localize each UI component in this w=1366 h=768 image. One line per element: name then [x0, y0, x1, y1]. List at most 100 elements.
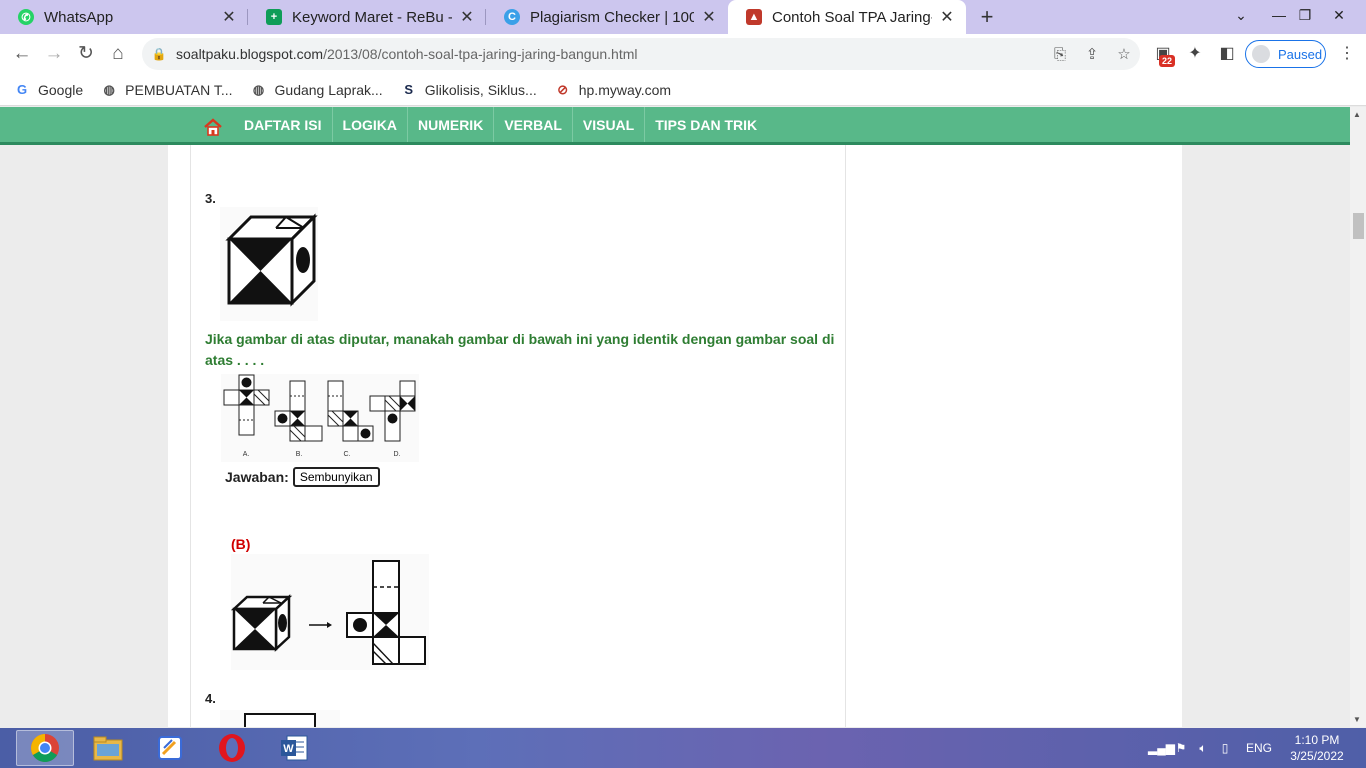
myway-icon: ⊘	[557, 81, 569, 97]
bookmark-label: Glikolisis, Siklus...	[424, 81, 537, 98]
signal-icon[interactable]: ▂▄▆	[1148, 741, 1175, 755]
bookmark-gudang-laprak[interactable]: ◍ Gudang Laprak...	[251, 82, 383, 98]
globe-icon: ◍	[252, 81, 265, 97]
tab-title: Contoh Soal TPA Jaring-Jari	[772, 8, 932, 26]
menu-logika[interactable]: LOGIKA	[333, 107, 408, 142]
extensions-puzzle-icon[interactable]: ✦	[1182, 42, 1208, 66]
home-icon[interactable]	[203, 117, 223, 137]
site-s-icon: S	[404, 81, 414, 97]
file-explorer-icon	[93, 736, 123, 761]
opera-icon	[219, 734, 245, 762]
close-tab-icon[interactable]: ✕	[458, 7, 476, 27]
solution-image	[230, 554, 429, 670]
plagiarism-checker-icon: C	[504, 9, 520, 25]
option-label: C.	[344, 451, 351, 458]
url-text: soaltpaku.blogspot.com/2013/08/contoh-so…	[176, 46, 1044, 62]
language-indicator[interactable]: ENG	[1246, 741, 1272, 755]
clock-date: 3/25/2022	[1290, 749, 1344, 763]
restore-icon[interactable]: ❐	[1288, 0, 1322, 30]
bookmark-myway[interactable]: ⊘ hp.myway.com	[555, 82, 671, 98]
tab-title: WhatsApp	[44, 8, 114, 26]
menu-numerik[interactable]: NUMERIK	[408, 107, 495, 142]
back-arrow-icon[interactable]: ←	[8, 40, 36, 68]
profile-button[interactable]: Paused	[1245, 40, 1326, 68]
close-tab-icon[interactable]: ✕	[220, 7, 238, 27]
hide-answer-button[interactable]: Sembunyikan	[292, 467, 380, 487]
globe-icon: ◍	[103, 81, 115, 97]
answer-key: (B)	[231, 536, 251, 552]
share-icon[interactable]: ⇪	[1076, 45, 1108, 63]
close-tab-icon[interactable]: ✕	[700, 7, 718, 27]
volume-icon[interactable]: 🔈︎	[1192, 741, 1214, 756]
taskbar-clock[interactable]: 1:10 PM 3/25/2022	[1282, 732, 1352, 764]
menu-daftar-isi[interactable]: DAFTAR ISI	[234, 107, 333, 142]
word-taskbar-button[interactable]: W	[265, 730, 323, 766]
bookmarks-bar: G Google ◍ PEMBUATAN T... ◍ Gudang Lapra…	[0, 74, 1366, 106]
more-menu-icon[interactable]: ⋮	[1334, 42, 1360, 66]
option-a-net[interactable]	[223, 374, 270, 436]
svg-text:W: W	[283, 743, 294, 755]
clock-time: 1:10 PM	[1294, 733, 1340, 747]
url-host: soaltpaku.blogspot.com	[176, 46, 324, 62]
sticky-notes-taskbar-button[interactable]	[141, 730, 199, 766]
tab-keyword-maret[interactable]: + Keyword Maret - ReBu - Go ✕	[248, 0, 486, 34]
opera-taskbar-button[interactable]	[203, 730, 261, 766]
address-bar[interactable]: 🔒 soaltpaku.blogspot.com/2013/08/contoh-…	[142, 38, 1140, 70]
post-body: 3. Jika gambar di atas diputar, manakah …	[190, 145, 846, 727]
scrollbar-thumb[interactable]	[1353, 213, 1364, 239]
home-icon[interactable]: ⌂	[104, 40, 132, 68]
blogger-site-icon: ▲	[746, 9, 762, 25]
battery-icon[interactable]: ▯	[1214, 741, 1236, 755]
question-number: 3.	[205, 191, 216, 206]
tab-plagiarism-checker[interactable]: C Plagiarism Checker | 100% ✕	[486, 0, 728, 34]
menu-tips-dan-trik[interactable]: TIPS DAN TRIK	[645, 107, 767, 142]
option-d-net[interactable]	[369, 380, 416, 442]
tab-whatsapp[interactable]: ✆ WhatsApp ✕	[0, 0, 248, 34]
menu-visual[interactable]: VISUAL	[573, 107, 646, 142]
menu-verbal[interactable]: VERBAL	[494, 107, 573, 142]
side-panel-icon[interactable]: ◧	[1214, 42, 1240, 66]
browser-toolbar: ← → ↻ ⌂ 🔒 soaltpaku.blogspot.com/2013/08…	[0, 34, 1366, 74]
word-icon: W	[281, 735, 308, 761]
translate-icon[interactable]: ⎘	[1044, 46, 1076, 63]
close-window-icon[interactable]: ✕	[1322, 0, 1356, 30]
file-explorer-taskbar-button[interactable]	[79, 730, 137, 766]
tab-search-chevron-icon[interactable]: ⌄	[1224, 0, 1258, 30]
bookmark-star-icon[interactable]: ☆	[1108, 45, 1140, 63]
question-text: Jika gambar di atas diputar, manakah gam…	[205, 331, 835, 368]
option-c-net[interactable]	[327, 380, 374, 442]
close-tab-icon[interactable]: ✕	[938, 7, 956, 27]
answer-colon: :	[284, 469, 289, 485]
new-tab-button[interactable]: +	[976, 4, 998, 30]
reload-icon[interactable]: ↻	[72, 40, 100, 68]
google-icon: G	[16, 81, 28, 97]
bookmark-pembuatan[interactable]: ◍ PEMBUATAN T...	[101, 82, 232, 98]
tab-title: Plagiarism Checker | 100%	[530, 8, 694, 26]
web-page: DAFTAR ISI LOGIKA NUMERIK VERBAL VISUAL …	[0, 107, 1350, 727]
scroll-up-arrow-icon[interactable]: ▲	[1353, 110, 1361, 119]
bookmark-glikolisis[interactable]: S Glikolisis, Siklus...	[401, 81, 537, 98]
tab-strip: ✆ WhatsApp ✕ + Keyword Maret - ReBu - Go…	[0, 0, 1366, 34]
action-center-flag-icon[interactable]: ⚑	[1170, 741, 1192, 755]
whatsapp-icon: ✆	[18, 9, 34, 25]
system-tray: ▂▄▆ ⚑ 🔈︎ ▯ ENG	[1148, 728, 1272, 768]
content-container: 3. Jika gambar di atas diputar, manakah …	[168, 145, 1182, 727]
windows-taskbar: W ▂▄▆ ⚑ 🔈︎ ▯ ENG 1:10 PM 3/25/2022	[0, 728, 1366, 768]
site-navbar: DAFTAR ISI LOGIKA NUMERIK VERBAL VISUAL …	[0, 107, 1350, 145]
chrome-taskbar-button[interactable]	[16, 730, 74, 766]
page-scrollbar[interactable]: ▲ ▼	[1350, 107, 1366, 727]
tab-title: Keyword Maret - ReBu - Go	[292, 8, 452, 26]
bookmark-label: hp.myway.com	[578, 81, 672, 98]
answer-options-image: A. B. C. D.	[221, 374, 419, 462]
scroll-down-arrow-icon[interactable]: ▼	[1353, 715, 1361, 724]
forward-arrow-icon[interactable]: →	[40, 40, 68, 68]
google-sheets-icon: +	[266, 9, 282, 25]
option-label: A.	[243, 451, 250, 458]
bookmark-google[interactable]: G Google	[14, 82, 83, 98]
option-b-net[interactable]	[274, 380, 323, 442]
tab-contoh-soal-tpa[interactable]: ▲ Contoh Soal TPA Jaring-Jari ✕	[728, 0, 966, 34]
lock-icon[interactable]: 🔒	[142, 47, 176, 61]
question-number: 4.	[205, 691, 216, 706]
bookmark-label: Google	[38, 81, 84, 98]
site-menu: DAFTAR ISI LOGIKA NUMERIK VERBAL VISUAL …	[234, 107, 767, 142]
